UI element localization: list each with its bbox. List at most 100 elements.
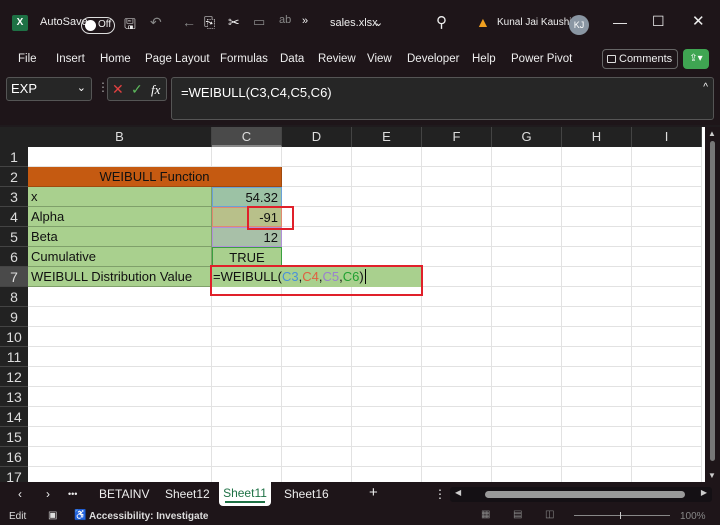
cell[interactable]: [492, 447, 562, 467]
cell[interactable]: [352, 307, 422, 327]
cell[interactable]: [562, 187, 632, 207]
cell-b7[interactable]: WEIBULL Distribution Value: [28, 267, 212, 287]
minimize-icon[interactable]: —: [613, 14, 627, 30]
cell[interactable]: [492, 307, 562, 327]
cell[interactable]: [28, 347, 212, 367]
cell[interactable]: [562, 327, 632, 347]
column-header-b[interactable]: B: [28, 127, 212, 147]
cell[interactable]: [632, 407, 702, 427]
cell-b4[interactable]: Alpha: [28, 207, 212, 227]
cell[interactable]: [562, 347, 632, 367]
tab-view[interactable]: View: [367, 53, 392, 65]
cell[interactable]: [632, 387, 702, 407]
cell[interactable]: [422, 207, 492, 227]
overflow-icon[interactable]: »: [302, 15, 308, 27]
cell[interactable]: [492, 227, 562, 247]
cell[interactable]: [352, 247, 422, 267]
cell-c6[interactable]: TRUE: [212, 247, 282, 267]
row-header-8[interactable]: 8: [0, 287, 28, 307]
cell[interactable]: [352, 467, 422, 482]
sheet-tab-betainv[interactable]: BETAINV: [99, 487, 149, 501]
cell[interactable]: [352, 347, 422, 367]
chevron-down-icon[interactable]: ⌄: [374, 16, 383, 29]
cell[interactable]: [282, 147, 352, 167]
column-header-i[interactable]: I: [632, 127, 702, 147]
cell[interactable]: [492, 427, 562, 447]
cell[interactable]: [212, 367, 282, 387]
cell-b2-title[interactable]: WEIBULL Function: [28, 167, 282, 187]
chevron-down-icon[interactable]: ⌄: [77, 81, 86, 94]
cell[interactable]: [492, 387, 562, 407]
row-header-2[interactable]: 2: [0, 167, 28, 187]
sheet-tab-sheet12[interactable]: Sheet12: [165, 487, 210, 501]
page-layout-view-icon[interactable]: ▤: [513, 509, 522, 520]
cell[interactable]: [422, 447, 492, 467]
spreadsheet-grid[interactable]: B C D E F G H I 1 2 3 4 5 6 7 8 9 10 11 12 13 14 15 16 17 WEIBUL…: [0, 127, 705, 482]
cell[interactable]: [632, 427, 702, 447]
cell[interactable]: [492, 407, 562, 427]
cell[interactable]: [632, 207, 702, 227]
cell-b3[interactable]: x: [28, 187, 212, 207]
undo-icon[interactable]: ↶: [150, 14, 162, 31]
cell[interactable]: [28, 387, 212, 407]
cell[interactable]: [632, 307, 702, 327]
sheet-tab-sheet11[interactable]: Sheet11: [219, 482, 271, 506]
cell[interactable]: [352, 227, 422, 247]
cell[interactable]: [422, 347, 492, 367]
cell[interactable]: [632, 367, 702, 387]
next-sheet-icon[interactable]: ›: [46, 487, 50, 501]
row-header-9[interactable]: 9: [0, 307, 28, 327]
cell-b5[interactable]: Beta: [28, 227, 212, 247]
macro-icon[interactable]: ▣: [48, 510, 57, 521]
cell[interactable]: [562, 287, 632, 307]
tab-insert[interactable]: Insert: [56, 53, 85, 65]
tab-power-pivot[interactable]: Power Pivot: [511, 53, 572, 65]
accessibility-status[interactable]: Accessibility: Investigate: [89, 511, 209, 522]
cell[interactable]: [212, 467, 282, 482]
row-header-13[interactable]: 13: [0, 387, 28, 407]
prev-sheet-icon[interactable]: ‹: [18, 487, 22, 501]
cell[interactable]: [562, 407, 632, 427]
cell[interactable]: [212, 307, 282, 327]
row-header-17[interactable]: 17: [0, 467, 28, 482]
cell[interactable]: [632, 327, 702, 347]
cell-c3[interactable]: 54.32: [212, 187, 282, 207]
cell[interactable]: [632, 287, 702, 307]
cancel-icon[interactable]: ✕: [112, 81, 124, 98]
cell[interactable]: [28, 287, 212, 307]
row-header-15[interactable]: 15: [0, 427, 28, 447]
cell[interactable]: [492, 147, 562, 167]
row-header-3[interactable]: 3: [0, 187, 28, 207]
sheet-tab-sheet16[interactable]: Sheet16: [284, 487, 329, 501]
cell[interactable]: [28, 427, 212, 447]
cell[interactable]: [562, 427, 632, 447]
cell[interactable]: [28, 367, 212, 387]
column-header-d[interactable]: D: [282, 127, 352, 147]
tab-data[interactable]: Data: [280, 53, 304, 65]
cell[interactable]: [632, 227, 702, 247]
cell[interactable]: [422, 247, 492, 267]
cell[interactable]: [352, 387, 422, 407]
cell[interactable]: [562, 207, 632, 227]
format-icon[interactable]: ▭: [253, 14, 265, 30]
cell[interactable]: [562, 467, 632, 482]
cell-b6[interactable]: Cumulative: [28, 247, 212, 267]
cell[interactable]: [422, 227, 492, 247]
cell[interactable]: [352, 187, 422, 207]
cell[interactable]: [282, 307, 352, 327]
cell[interactable]: [212, 387, 282, 407]
cell[interactable]: [28, 467, 212, 482]
cell[interactable]: [632, 167, 702, 187]
column-header-e[interactable]: E: [352, 127, 422, 147]
cell[interactable]: [212, 147, 282, 167]
select-all-corner[interactable]: [0, 127, 28, 147]
cell[interactable]: [352, 327, 422, 347]
more-sheets-button[interactable]: •••: [68, 489, 77, 499]
tab-review[interactable]: Review: [318, 53, 356, 65]
page-break-view-icon[interactable]: ◫: [545, 509, 554, 520]
cell[interactable]: [352, 147, 422, 167]
share-button[interactable]: ⇪▾: [683, 49, 709, 69]
cell[interactable]: [282, 187, 352, 207]
tab-page-layout[interactable]: Page Layout: [145, 53, 210, 65]
more-icon[interactable]: ⋮: [434, 487, 446, 501]
